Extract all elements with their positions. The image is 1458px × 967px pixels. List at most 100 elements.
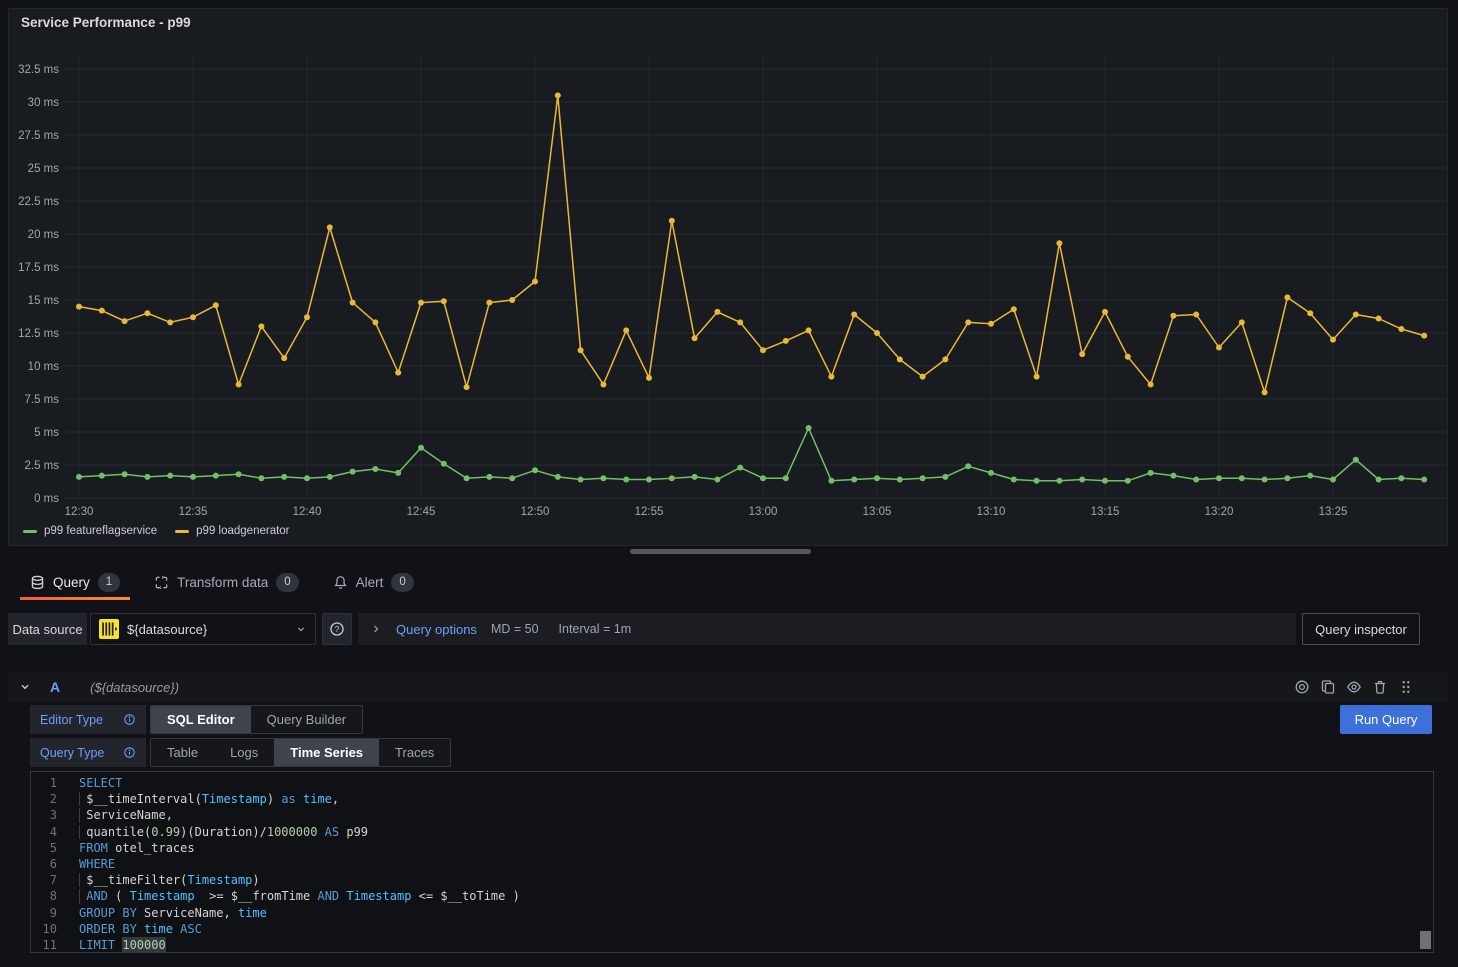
data-point[interactable] [1239, 319, 1245, 325]
legend-item-featureflagservice[interactable]: p99 featureflagservice [23, 525, 157, 537]
data-point[interactable] [1421, 333, 1427, 339]
data-point[interactable] [1125, 354, 1131, 360]
tab-alert[interactable]: Alert 0 [323, 565, 424, 600]
data-point[interactable] [281, 355, 287, 361]
data-point[interactable] [350, 469, 356, 475]
data-point[interactable] [1262, 389, 1268, 395]
code-line[interactable]: 6WHERE [31, 856, 1433, 872]
data-point[interactable] [1011, 306, 1017, 312]
data-point[interactable] [236, 382, 242, 388]
code-line[interactable]: 7 $__timeFilter(Timestamp) [31, 872, 1433, 888]
data-point[interactable] [372, 466, 378, 472]
data-point[interactable] [897, 477, 903, 483]
data-point[interactable] [828, 478, 834, 484]
collapse-chevron-icon[interactable] [18, 680, 32, 694]
duplicate-query-button[interactable] [1320, 679, 1336, 695]
data-point[interactable] [1148, 382, 1154, 388]
data-point[interactable] [509, 297, 515, 303]
data-point[interactable] [920, 374, 926, 380]
query-type-option-logs[interactable]: Logs [214, 739, 274, 766]
data-point[interactable] [1398, 326, 1404, 332]
data-point[interactable] [897, 356, 903, 362]
data-point[interactable] [646, 375, 652, 381]
data-point[interactable] [1307, 473, 1313, 479]
data-point[interactable] [122, 318, 128, 324]
tab-query[interactable]: Query 1 [20, 565, 130, 600]
sql-code-editor[interactable]: 1SELECT2 $__timeInterval(Timestamp) as t… [30, 771, 1434, 953]
data-point[interactable] [760, 347, 766, 353]
data-point[interactable] [190, 474, 196, 480]
horizontal-scrollbar-thumb[interactable] [630, 549, 811, 554]
data-point[interactable] [760, 475, 766, 481]
timeseries-chart[interactable]: 0 ms2.5 ms5 ms7.5 ms10 ms12.5 ms15 ms17.… [9, 35, 1449, 523]
data-point[interactable] [99, 308, 105, 314]
data-point[interactable] [1353, 312, 1359, 318]
data-point[interactable] [144, 310, 150, 316]
query-type-option-time-series[interactable]: Time Series [274, 739, 379, 766]
data-point[interactable] [1011, 477, 1017, 483]
data-point[interactable] [167, 319, 173, 325]
data-point[interactable] [144, 474, 150, 480]
data-point[interactable] [281, 474, 287, 480]
code-line[interactable]: 8 AND ( Timestamp >= $__fromTime AND Tim… [31, 888, 1433, 904]
data-point[interactable] [1421, 477, 1427, 483]
data-point[interactable] [1376, 316, 1382, 322]
code-line[interactable]: 11LIMIT 100000 [31, 937, 1433, 953]
code-line[interactable]: 4 quantile(0.99)(Duration)/1000000 AS p9… [31, 824, 1433, 840]
data-point[interactable] [99, 473, 105, 479]
data-point[interactable] [1239, 475, 1245, 481]
data-point[interactable] [942, 356, 948, 362]
legend-item-loadgenerator[interactable]: p99 loadgenerator [175, 525, 289, 537]
data-point[interactable] [441, 461, 447, 467]
data-point[interactable] [372, 319, 378, 325]
data-point[interactable] [258, 475, 264, 481]
data-point[interactable] [623, 327, 629, 333]
data-point[interactable] [486, 300, 492, 306]
toggle-visibility-button[interactable] [1346, 679, 1362, 695]
data-point[interactable] [988, 321, 994, 327]
data-point[interactable] [851, 312, 857, 318]
data-point[interactable] [623, 477, 629, 483]
data-point[interactable] [600, 475, 606, 481]
data-point[interactable] [1216, 345, 1222, 351]
drag-handle[interactable] [1398, 679, 1414, 695]
data-point[interactable] [555, 92, 561, 98]
query-type-option-table[interactable]: Table [151, 739, 214, 766]
data-point[interactable] [783, 475, 789, 481]
data-point[interactable] [965, 463, 971, 469]
data-point[interactable] [692, 474, 698, 480]
code-line[interactable]: 2 $__timeInterval(Timestamp) as time, [31, 791, 1433, 807]
data-point[interactable] [874, 475, 880, 481]
query-type-option-traces[interactable]: Traces [379, 739, 450, 766]
tab-transform-data[interactable]: Transform data 0 [144, 565, 308, 600]
data-point[interactable] [1034, 374, 1040, 380]
data-point[interactable] [578, 347, 584, 353]
data-point[interactable] [1262, 477, 1268, 483]
data-point[interactable] [327, 474, 333, 480]
data-point[interactable] [806, 327, 812, 333]
data-point[interactable] [1193, 312, 1199, 318]
data-point[interactable] [1284, 294, 1290, 300]
data-point[interactable] [874, 330, 880, 336]
code-line[interactable]: 1SELECT [31, 775, 1433, 791]
data-point[interactable] [327, 224, 333, 230]
data-point[interactable] [76, 474, 82, 480]
data-point[interactable] [486, 474, 492, 480]
data-point[interactable] [1284, 475, 1290, 481]
data-point[interactable] [555, 474, 561, 480]
data-point[interactable] [714, 477, 720, 483]
data-point[interactable] [213, 302, 219, 308]
code-line[interactable]: 5FROM otel_traces [31, 840, 1433, 856]
data-point[interactable] [395, 470, 401, 476]
data-point[interactable] [965, 319, 971, 325]
data-point[interactable] [714, 309, 720, 315]
data-point[interactable] [1056, 240, 1062, 246]
data-point[interactable] [1079, 477, 1085, 483]
editor-scrollbar-thumb[interactable] [1420, 931, 1431, 949]
code-line[interactable]: 3 ServiceName, [31, 807, 1433, 823]
data-point[interactable] [350, 300, 356, 306]
data-point[interactable] [1193, 477, 1199, 483]
data-point[interactable] [1307, 310, 1313, 316]
data-point[interactable] [464, 384, 470, 390]
code-line[interactable]: 10ORDER BY time ASC [31, 921, 1433, 937]
